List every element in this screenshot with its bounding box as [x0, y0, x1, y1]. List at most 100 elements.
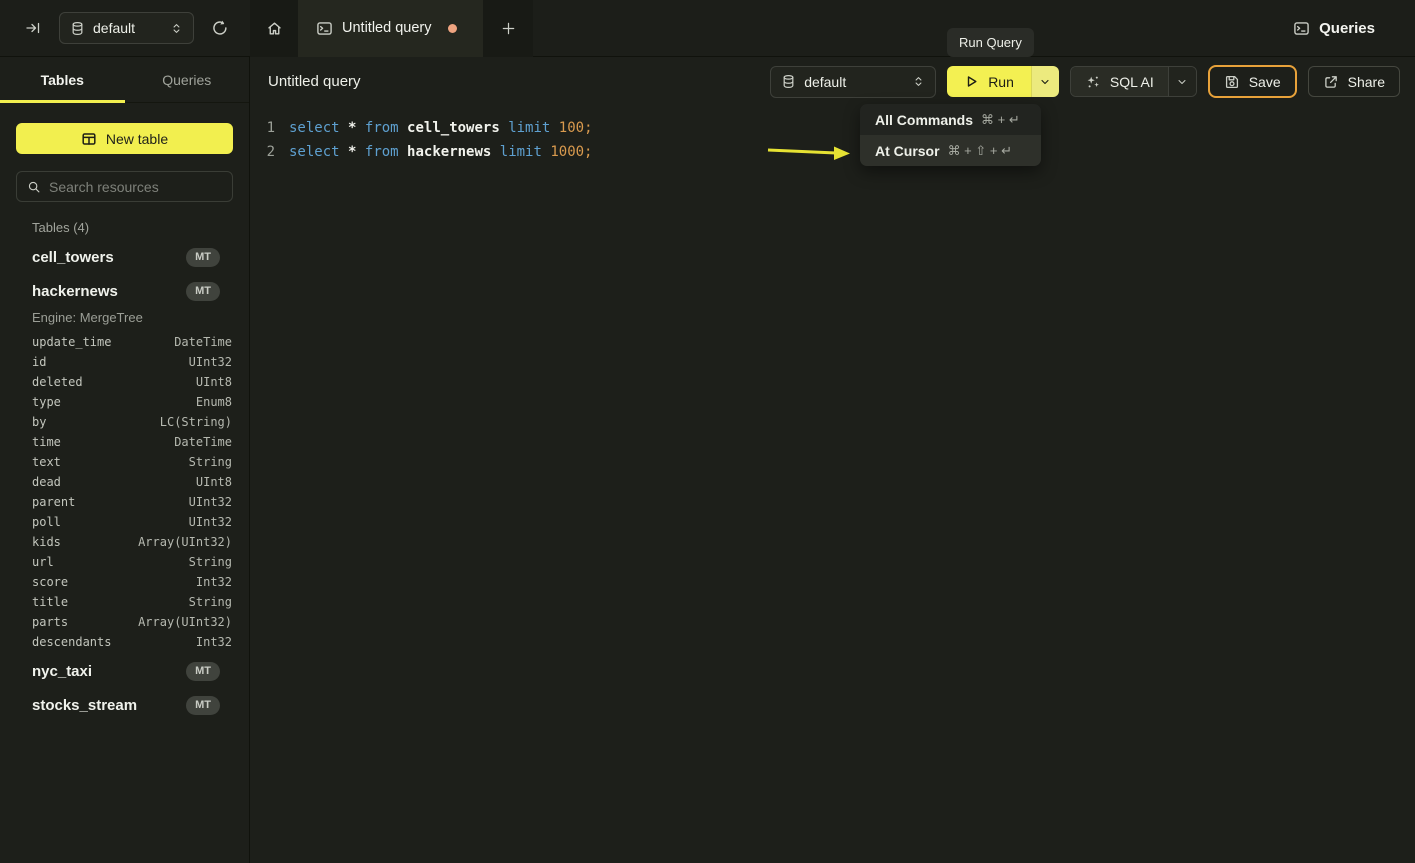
share-label: Share: [1348, 74, 1385, 90]
column-name: url: [32, 555, 54, 569]
sidebar-tabs: Tables Queries: [0, 57, 249, 103]
search-input[interactable]: [49, 179, 230, 195]
menu-item-label: At Cursor: [875, 143, 940, 159]
column-name: parts: [32, 615, 68, 629]
column-type: UInt8: [196, 375, 232, 389]
column-type: DateTime: [174, 435, 232, 449]
column-name: kids: [32, 535, 61, 549]
save-label: Save: [1249, 74, 1281, 90]
chevron-down-icon: [1176, 76, 1188, 88]
column-type: Enum8: [196, 395, 232, 409]
tab-strip: Untitled query: [250, 0, 533, 57]
engine-badge: MT: [186, 248, 220, 267]
sidebar-tab-tables[interactable]: Tables: [0, 57, 125, 102]
sql-ai-button[interactable]: SQL AI: [1071, 67, 1168, 96]
play-icon: [964, 74, 979, 89]
menu-item-shortcut: ⌘ + ⇧ + ↵: [948, 143, 1012, 159]
save-button[interactable]: Save: [1208, 65, 1297, 98]
query-toolbar: Untitled query default Run: [250, 57, 1415, 106]
toolbar-database-label: default: [804, 74, 846, 90]
column-name: by: [32, 415, 46, 429]
column-type: String: [189, 555, 232, 569]
tables-section-title: Tables (4): [32, 220, 249, 236]
column-row: kids Array(UInt32): [0, 532, 249, 552]
menu-item-all-commands[interactable]: All Commands⌘ + ↵: [860, 104, 1041, 135]
token: select: [289, 120, 348, 136]
sidebar-tab-tables-label: Tables: [41, 72, 84, 88]
table-item-hackernews[interactable]: hackernewsMT: [0, 274, 249, 308]
column-type: Int32: [196, 575, 232, 589]
column-row: deadUInt8: [0, 472, 249, 492]
sql-editor[interactable]: 1select * from cell_towers limit 100;2se…: [250, 106, 1415, 863]
table-name: cell_towers: [32, 249, 114, 266]
table-item-cell_towers[interactable]: cell_towers MT: [0, 240, 249, 274]
token: [356, 120, 364, 136]
engine-badge: MT: [186, 696, 220, 715]
share-button[interactable]: Share: [1308, 66, 1400, 97]
topbar-database-label: default: [93, 20, 135, 36]
new-table-button[interactable]: New table: [16, 123, 233, 154]
column-row: time DateTime: [0, 432, 249, 452]
column-type: Array(UInt32): [138, 615, 232, 629]
token: limit: [508, 120, 559, 136]
column-type: Array(UInt32): [138, 535, 232, 549]
line-number: 2: [250, 140, 275, 164]
sidebar: Tables Queries New table Tables (4) cell…: [0, 57, 250, 863]
token: cell_towers: [407, 120, 508, 136]
token: select: [289, 144, 348, 160]
column-name: type: [32, 395, 61, 409]
column-type: UInt32: [189, 355, 232, 369]
token: from: [365, 120, 407, 136]
run-options-menu: All Commands⌘ + ↵ At Cursor ⌘ + ⇧ + ↵: [860, 104, 1041, 166]
run-label: Run: [988, 74, 1014, 90]
column-row: type Enum8: [0, 392, 249, 412]
token: hackernews: [407, 144, 500, 160]
queries-button[interactable]: Queries: [1293, 20, 1375, 37]
new-table-label: New table: [106, 131, 168, 147]
unsaved-indicator-dot: [448, 24, 457, 33]
sparkles-icon: [1085, 74, 1101, 90]
topbar-database-selector[interactable]: default: [59, 12, 194, 44]
column-type: LC(String): [160, 415, 232, 429]
query-title: Untitled query: [268, 73, 361, 90]
tables-list: cell_towersMThackernewsMTEngine: MergeTr…: [0, 240, 249, 722]
column-name: time: [32, 435, 61, 449]
sql-ai-options-button[interactable]: [1168, 67, 1196, 96]
column-type: UInt32: [189, 495, 232, 509]
new-tab-button[interactable]: [483, 0, 533, 57]
engine-badge: MT: [186, 662, 220, 681]
token: 100;: [559, 120, 593, 136]
sql-ai-button-group: SQL AI: [1070, 66, 1197, 97]
database-icon: [70, 21, 85, 36]
collapse-sidebar-icon[interactable]: [21, 16, 45, 40]
search-box[interactable]: [16, 171, 233, 202]
column-row: pollUInt32: [0, 512, 249, 532]
run-options-button[interactable]: [1031, 66, 1059, 97]
column-row: textString: [0, 452, 249, 472]
token: [356, 144, 364, 160]
toolbar-database-selector[interactable]: default: [770, 66, 936, 98]
column-row: by LC(String): [0, 412, 249, 432]
column-name: id: [32, 355, 46, 369]
menu-item-shortcut: ⌘ + ↵: [981, 112, 1020, 128]
run-query-tooltip: Run Query: [947, 28, 1034, 57]
column-row: update_time DateTime: [0, 332, 249, 352]
table-item-stocks_stream[interactable]: stocks_streamMT: [0, 688, 249, 722]
top-bar: default Untitled query: [0, 0, 1415, 57]
sidebar-tab-queries[interactable]: Queries: [125, 57, 250, 102]
run-button[interactable]: Run: [947, 66, 1031, 97]
column-row: parentUInt32: [0, 492, 249, 512]
column-type: DateTime: [174, 335, 232, 349]
home-button[interactable]: [250, 0, 298, 57]
terminal-icon: [1293, 20, 1310, 37]
column-row: descendantsInt32: [0, 632, 249, 652]
tab-untitled-query[interactable]: Untitled query: [298, 0, 483, 57]
table-item-nyc_taxi[interactable]: nyc_taxiMT: [0, 654, 249, 688]
menu-item-at-cursor[interactable]: At Cursor ⌘ + ⇧ + ↵: [860, 135, 1041, 166]
token: 1000;: [550, 144, 592, 160]
code-text: select * from cell_towers limit 100;: [275, 116, 593, 140]
column-row: scoreInt32: [0, 572, 249, 592]
column-name: update_time: [32, 335, 111, 349]
column-row: titleString: [0, 592, 249, 612]
refresh-icon[interactable]: [207, 15, 233, 41]
